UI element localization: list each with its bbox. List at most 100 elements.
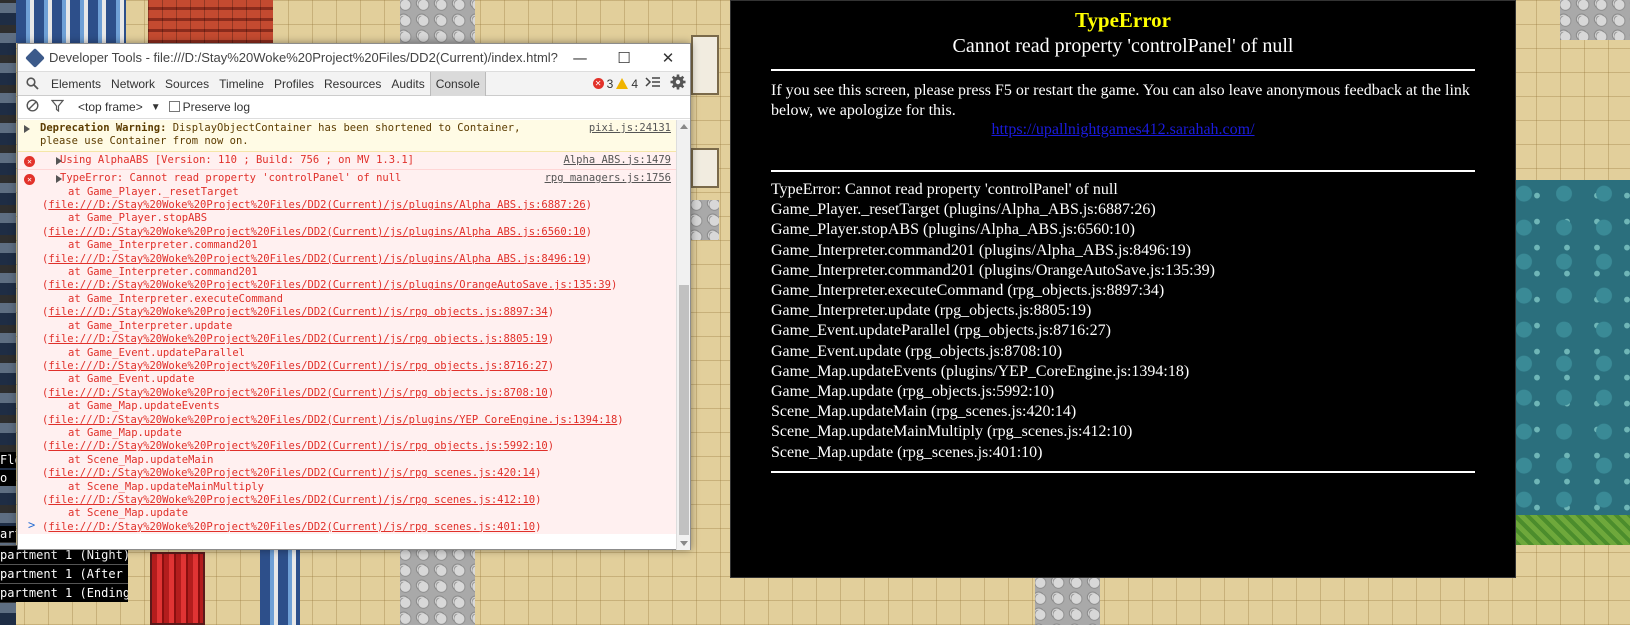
devtools-app-icon bbox=[25, 47, 45, 68]
console-warning-message[interactable]: Deprecation Warning: DisplayObjectContai… bbox=[18, 120, 677, 152]
stack-frame-link[interactable]: file:///D:/Stay%20Woke%20Project%20Files… bbox=[48, 440, 547, 452]
stack-frame-link[interactable]: file:///D:/Stay%20Woke%20Project%20Files… bbox=[48, 521, 535, 533]
console-output[interactable]: Deprecation Warning: DisplayObjectContai… bbox=[18, 120, 677, 534]
stack-frame-file: (file:///D:/Stay%20Woke%20Project%20File… bbox=[42, 199, 592, 212]
error-title: TypeError bbox=[1074, 8, 1172, 32]
settings-gear-icon[interactable] bbox=[670, 74, 686, 93]
stack-frame-file: (file:///D:/Stay%20Woke%20Project%20File… bbox=[42, 359, 555, 372]
map-list-item[interactable]: partment 1 (Ending) bbox=[0, 583, 128, 602]
stack-frame-function: at Game_Event.update bbox=[68, 373, 195, 386]
filter-icon[interactable] bbox=[50, 99, 65, 115]
scroll-up-icon[interactable] bbox=[680, 124, 688, 129]
devtools-titlebar[interactable]: Developer Tools - file:///D:/Stay%20Woke… bbox=[18, 44, 690, 72]
stack-frame-link[interactable]: file:///D:/Stay%20Woke%20Project%20Files… bbox=[48, 333, 547, 345]
stack-frame-function: at Scene_Map.update bbox=[68, 507, 189, 520]
map-list-item[interactable]: o bbox=[0, 470, 16, 486]
error-trace-line: Game_Map.updateEvents (plugins/YEP_CoreE… bbox=[771, 362, 1190, 380]
error-trace-line: Game_Interpreter.executeCommand (rpg_obj… bbox=[771, 282, 1165, 300]
console-prompt[interactable]: > bbox=[28, 518, 35, 532]
warning-label: Deprecation Warning: bbox=[40, 122, 167, 134]
tab-network[interactable]: Network bbox=[106, 72, 160, 96]
roof-tiles bbox=[148, 0, 273, 43]
tab-timeline[interactable]: Timeline bbox=[214, 72, 269, 96]
search-icon[interactable] bbox=[18, 77, 46, 90]
tab-audits[interactable]: Audits bbox=[386, 72, 429, 96]
drawer-toggle-icon[interactable] bbox=[645, 76, 661, 91]
error-subtitle: Cannot read property 'controlPanel' of n… bbox=[952, 35, 1294, 57]
devtools-panel-tabs: Elements Network Sources Timeline Profil… bbox=[18, 71, 690, 96]
warning-source-link[interactable]: pixi.js:24131 bbox=[589, 122, 671, 135]
stack-frame-function: at Scene_Map.updateMainMultiply bbox=[68, 480, 264, 493]
feedback-link[interactable]: https://upallnightgames412.sarahah.com/ bbox=[731, 121, 1515, 139]
stack-frame-link[interactable]: file:///D:/Stay%20Woke%20Project%20Files… bbox=[48, 360, 547, 372]
stack-frame-function: at Game_Interpreter.update bbox=[68, 319, 233, 332]
expand-arrow-icon[interactable] bbox=[56, 156, 62, 165]
console-error-message[interactable]: ✕ Using AlphaABS [Version: 110 ; Build: … bbox=[18, 151, 677, 171]
stack-frame-function: at Game_Interpreter.command201 bbox=[68, 266, 258, 279]
stack-frame-file: (file:///D:/Stay%20Woke%20Project%20File… bbox=[42, 386, 555, 399]
map-list-item[interactable]: art bbox=[0, 526, 16, 542]
context-dropdown-icon[interactable]: ▼ bbox=[151, 102, 161, 113]
error-trace-line: Game_Event.updateParallel (rpg_objects.j… bbox=[771, 322, 1111, 340]
game-error-screen: TypeError Cannot read property 'controlP… bbox=[730, 0, 1516, 578]
stack-frame-link[interactable]: file:///D:/Stay%20Woke%20Project%20Files… bbox=[48, 226, 585, 238]
scrollbar-thumb[interactable] bbox=[679, 285, 689, 535]
stack-frame-link[interactable]: file:///D:/Stay%20Woke%20Project%20Files… bbox=[48, 414, 617, 426]
stack-frame-function: at Game_Event.updateParallel bbox=[68, 346, 246, 359]
console-scrollbar[interactable] bbox=[676, 120, 690, 550]
tab-profiles[interactable]: Profiles bbox=[269, 72, 319, 96]
stack-frame-link[interactable]: file:///D:/Stay%20Woke%20Project%20Files… bbox=[48, 467, 535, 479]
map-tiles-top-left bbox=[16, 0, 126, 43]
message-counts[interactable]: ✕ 3 4 bbox=[592, 74, 690, 93]
stack-frame-file: (file:///D:/Stay%20Woke%20Project%20File… bbox=[42, 467, 542, 480]
clear-console-icon[interactable] bbox=[26, 99, 39, 115]
stack-frame-function: at Game_Interpreter.command201 bbox=[68, 239, 258, 252]
map-list-item[interactable]: partment 1 (After Aw bbox=[0, 564, 128, 583]
water-area bbox=[1516, 180, 1630, 520]
error-trace-line: Game_Interpreter.command201 (plugins/Ora… bbox=[771, 261, 1215, 279]
tab-sources[interactable]: Sources bbox=[160, 72, 214, 96]
error-trace-line: Scene_Map.updateMainMultiply (rpg_scenes… bbox=[771, 423, 1133, 441]
stack-frame-link[interactable]: file:///D:/Stay%20Woke%20Project%20Files… bbox=[48, 279, 611, 291]
wall-panel-upper bbox=[691, 35, 719, 95]
stack-frame-link[interactable]: file:///D:/Stay%20Woke%20Project%20Files… bbox=[48, 253, 585, 265]
alpha-abs-text: Using AlphaABS [Version: 110 ; Build: 75… bbox=[60, 153, 415, 166]
tab-resources[interactable]: Resources bbox=[319, 72, 386, 96]
cobblestone-path-top bbox=[400, 0, 475, 43]
scroll-down-icon[interactable] bbox=[680, 541, 688, 546]
warning-text: Deprecation Warning: DisplayObjectContai… bbox=[40, 122, 527, 135]
stack-frame-file: (file:///D:/Stay%20Woke%20Project%20File… bbox=[42, 279, 618, 292]
stack-frame-file: (file:///D:/Stay%20Woke%20Project%20File… bbox=[42, 225, 592, 238]
console-typeerror-message[interactable]: ✕ TypeError: Cannot read property 'contr… bbox=[18, 170, 677, 534]
minimize-button[interactable]: — bbox=[558, 44, 602, 72]
building-wall bbox=[260, 550, 300, 625]
tab-console[interactable]: Console bbox=[429, 71, 486, 96]
stack-frame-link[interactable]: file:///D:/Stay%20Woke%20Project%20Files… bbox=[48, 199, 585, 211]
stack-frame-link[interactable]: file:///D:/Stay%20Woke%20Project%20Files… bbox=[48, 387, 547, 399]
maximize-button[interactable]: ☐ bbox=[602, 44, 646, 72]
typeerror-text: TypeError: Cannot read property 'control… bbox=[60, 172, 402, 185]
preserve-log-checkbox[interactable]: Preserve log bbox=[168, 100, 250, 114]
devtools-window[interactable]: Developer Tools - file:///D:/Stay%20Woke… bbox=[17, 43, 691, 550]
stack-frame-file: (file:///D:/Stay%20Woke%20Project%20File… bbox=[42, 493, 542, 506]
context-selector[interactable]: <top frame> bbox=[78, 100, 143, 114]
typeerror-source-link[interactable]: rpg managers.js:1756 bbox=[545, 172, 671, 185]
error-trace-line: Game_Player._resetTarget (plugins/Alpha_… bbox=[771, 201, 1156, 219]
tab-elements[interactable]: Elements bbox=[46, 72, 106, 96]
stack-frame-link[interactable]: file:///D:/Stay%20Woke%20Project%20Files… bbox=[48, 306, 547, 318]
stack-frame-file: (file:///D:/Stay%20Woke%20Project%20File… bbox=[42, 333, 555, 346]
stack-frame-link[interactable]: file:///D:/Stay%20Woke%20Project%20Files… bbox=[48, 494, 535, 506]
expand-arrow-icon[interactable] bbox=[24, 125, 30, 133]
error-icon: ✕ bbox=[24, 155, 35, 167]
stack-frame-file: (file:///D:/Stay%20Woke%20Project%20File… bbox=[42, 252, 592, 265]
cobblestone-top-right bbox=[1560, 0, 1630, 40]
error-count: 3 bbox=[606, 76, 614, 91]
console-filter-bar: <top frame> ▼ Preserve log bbox=[18, 96, 690, 119]
error-note: If you see this screen, please press F5 … bbox=[771, 82, 1470, 119]
stack-frame-file: (file:///D:/Stay%20Woke%20Project%20File… bbox=[42, 440, 555, 453]
alpha-source-link[interactable]: Alpha ABS.js:1479 bbox=[564, 154, 671, 167]
map-list-item[interactable]: Flo bbox=[0, 452, 16, 468]
close-button[interactable]: ✕ bbox=[646, 44, 690, 72]
expand-arrow-icon[interactable] bbox=[56, 175, 62, 184]
stack-frame-file: (file:///D:/Stay%20Woke%20Project%20File… bbox=[42, 413, 624, 426]
